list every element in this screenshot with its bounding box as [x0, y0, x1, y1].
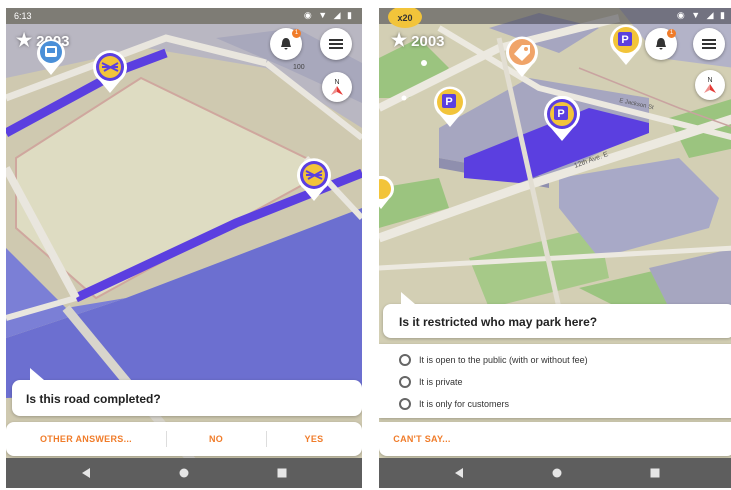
- compass-icon: N: [704, 77, 716, 93]
- bell-icon: [656, 38, 666, 50]
- yes-button[interactable]: YES: [266, 422, 362, 456]
- status-icons: ◉ ▼ ◢ ▮: [676, 10, 727, 20]
- quest-answer-bar: CAN'T SAY...: [379, 422, 731, 456]
- main-menu-button[interactable]: [320, 28, 352, 60]
- no-button[interactable]: NO: [166, 422, 266, 456]
- parking-quest-pin-active[interactable]: P: [543, 95, 581, 147]
- main-menu-button[interactable]: [693, 28, 725, 60]
- home-circle-icon: [552, 468, 562, 478]
- star-icon: ★: [16, 30, 33, 50]
- bell-icon: [281, 38, 291, 50]
- corner-pin-label: x20: [397, 13, 412, 23]
- cant-say-button[interactable]: CAN'T SAY...: [379, 422, 465, 456]
- status-icons: ◉ ▼ ◢ ▮: [303, 10, 354, 20]
- compass-north-label: N: [334, 79, 339, 86]
- recents-square-icon: [650, 468, 660, 478]
- radio-button[interactable]: [399, 376, 411, 388]
- notifications-button[interactable]: 1: [270, 28, 302, 60]
- option-row-public[interactable]: It is open to the public (with or withou…: [399, 354, 588, 366]
- right-system-nav-bar: [379, 458, 731, 488]
- card-tail: [30, 368, 44, 380]
- quest-question-card: Is this road completed?: [12, 368, 362, 416]
- nav-back-button[interactable]: [439, 458, 479, 488]
- partial-quest-pin[interactable]: [379, 175, 395, 215]
- hamburger-menu-icon: [702, 39, 716, 49]
- svg-text:P: P: [621, 34, 628, 46]
- compass-north-label: N: [707, 77, 712, 84]
- parking-quest-pin-top[interactable]: P: [609, 24, 643, 71]
- option-label: It is private: [419, 377, 463, 387]
- quest-question-card: Is it restricted who may park here?: [383, 292, 731, 338]
- right-star-counter[interactable]: ★ 2003: [391, 30, 445, 51]
- back-triangle-icon: [455, 468, 463, 478]
- map-scale-label: 100: [293, 64, 305, 71]
- nav-recents-button[interactable]: [262, 458, 302, 488]
- construction-quest-pin-active[interactable]: [296, 158, 332, 207]
- option-row-private[interactable]: It is private: [399, 376, 463, 388]
- left-system-nav-bar: [6, 458, 362, 488]
- notification-badge: 1: [667, 29, 676, 38]
- svg-text:P: P: [445, 96, 452, 108]
- compass-icon: N: [331, 79, 343, 95]
- quest-question-text: Is it restricted who may park here?: [399, 315, 598, 329]
- star-count: 2003: [411, 33, 445, 50]
- hamburger-menu-icon: [329, 39, 343, 49]
- star-icon: ★: [391, 30, 408, 50]
- radio-button[interactable]: [399, 354, 411, 366]
- right-status-bar: ◉ ▼ ◢ ▮: [379, 8, 731, 24]
- parking-quest-pin-left[interactable]: P: [433, 86, 467, 133]
- construction-quest-pin[interactable]: [92, 50, 128, 99]
- option-row-customers[interactable]: It is only for customers: [399, 398, 509, 410]
- shop-quest-pin[interactable]: [505, 36, 539, 83]
- option-label: It is open to the public (with or withou…: [419, 355, 588, 365]
- nav-home-button[interactable]: [537, 458, 577, 488]
- notifications-button[interactable]: 1: [645, 28, 677, 60]
- left-status-bar: 6:13 ◉ ▼ ◢ ▮: [6, 8, 362, 24]
- recents-square-icon: [277, 468, 287, 478]
- back-triangle-icon: [82, 468, 90, 478]
- option-label: It is only for customers: [419, 399, 510, 409]
- other-answers-button[interactable]: OTHER ANSWERS...: [6, 422, 166, 456]
- home-circle-icon: [179, 468, 189, 478]
- compass-button[interactable]: N: [322, 72, 352, 102]
- right-phone-screen: 12th Ave. E E Jackson St ◉ ▼ ◢ ▮ x20 ★ 20…: [379, 8, 731, 488]
- radio-button[interactable]: [399, 398, 411, 410]
- bus-stop-quest-pin[interactable]: [36, 38, 66, 81]
- notification-badge: 1: [292, 29, 301, 38]
- compass-button[interactable]: N: [695, 70, 725, 100]
- quest-options-panel: It is open to the public (with or withou…: [379, 344, 731, 418]
- nav-back-button[interactable]: [66, 458, 106, 488]
- quest-question-text: Is this road completed?: [26, 392, 161, 406]
- quest-answer-bar: OTHER ANSWERS... NO YES: [6, 422, 362, 456]
- nav-recents-button[interactable]: [635, 458, 675, 488]
- card-tail: [401, 292, 415, 304]
- svg-text:P: P: [557, 108, 564, 120]
- nav-home-button[interactable]: [164, 458, 204, 488]
- status-time: 6:13: [14, 11, 32, 21]
- left-phone-screen: 6:13 ◉ ▼ ◢ ▮ ★2003: [6, 8, 362, 488]
